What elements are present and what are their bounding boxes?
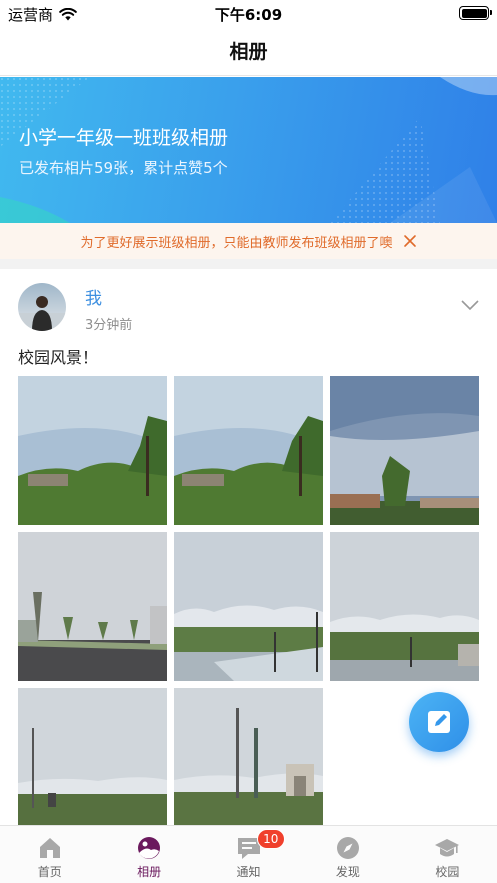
battery-icon <box>459 6 492 20</box>
page-title: 相册 <box>229 41 268 63</box>
photo-thumbnail[interactable] <box>18 532 167 681</box>
banner-pattern <box>0 77 497 223</box>
notice-text: 为了更好展示班级相册，只能由教师发布班级相册了噢 <box>80 235 393 251</box>
photo-thumbnail[interactable] <box>330 376 479 525</box>
app-screen: 运营商 下午6:09 相册 小学一年级一班班级相册 已发布相片59张，累计点赞5… <box>0 0 497 883</box>
tab-notice[interactable]: 通知 10 <box>199 826 298 883</box>
notice-bar: 为了更好展示班级相册，只能由教师发布班级相册了噢 <box>0 223 497 259</box>
notification-badge: 10 <box>256 829 285 849</box>
edit-icon <box>428 711 450 733</box>
tab-album[interactable]: 相册 <box>99 826 198 883</box>
tab-label: 相册 <box>137 865 162 879</box>
tab-discover[interactable]: 发现 <box>298 826 397 883</box>
tab-label: 通知 <box>236 865 261 879</box>
photo-thumbnail[interactable] <box>174 688 323 837</box>
album-icon <box>138 837 161 859</box>
photo-thumbnail[interactable] <box>174 376 323 525</box>
author-name[interactable]: 我 <box>85 284 102 309</box>
tab-label: 发现 <box>335 865 360 879</box>
compass-icon <box>336 837 359 859</box>
campus-icon <box>435 839 460 857</box>
tab-label: 校园 <box>435 865 460 879</box>
post-text: 校园风景！ <box>18 348 99 367</box>
photo-thumbnail[interactable] <box>18 688 167 837</box>
post-time: 3分钟前 <box>85 318 133 333</box>
status-time: 下午6:09 <box>214 6 283 24</box>
home-icon <box>39 838 60 858</box>
tab-bar: 首页 相册 通知 10 发现 校园 <box>0 825 497 883</box>
tab-campus[interactable]: 校园 <box>398 826 497 883</box>
tab-home[interactable]: 首页 <box>0 826 99 883</box>
close-icon[interactable] <box>403 234 417 248</box>
album-stats: 已发布相片59张，累计点赞5个 <box>19 159 228 177</box>
photo-thumbnail[interactable] <box>18 376 167 525</box>
album-banner: 小学一年级一班班级相册 已发布相片59张，累计点赞5个 <box>0 77 497 223</box>
photo-thumbnail[interactable] <box>330 532 479 681</box>
album-title: 小学一年级一班班级相册 <box>19 127 229 149</box>
compose-button[interactable] <box>409 692 469 752</box>
photo-thumbnail[interactable] <box>174 532 323 681</box>
status-bar: 运营商 下午6:09 <box>0 0 497 26</box>
chevron-down-icon[interactable] <box>461 299 479 311</box>
nav-bar: 相册 <box>0 26 497 76</box>
avatar[interactable] <box>18 283 66 331</box>
section-divider <box>0 259 497 269</box>
tab-label: 首页 <box>37 865 62 879</box>
